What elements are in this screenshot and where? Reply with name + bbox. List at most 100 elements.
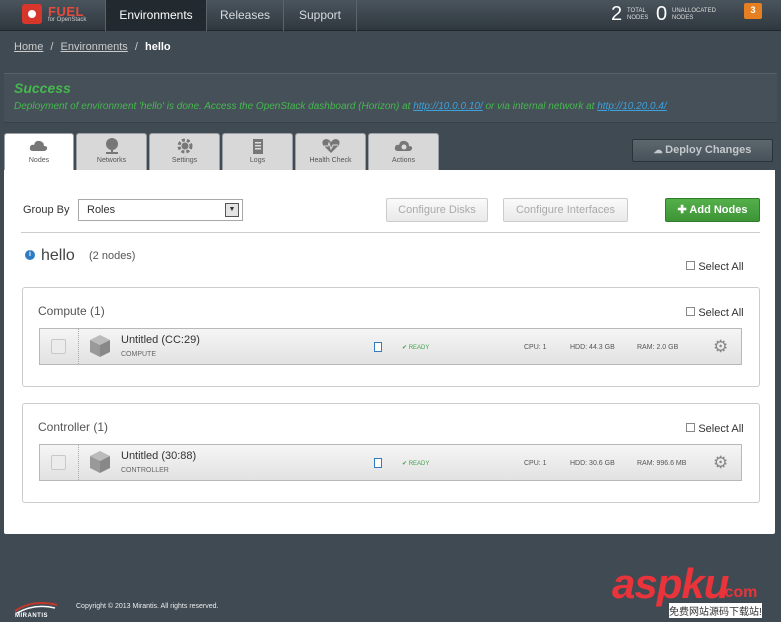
node-status: ✔ READY [402,344,429,351]
select-all-checkbox[interactable] [686,261,695,270]
nav-releases[interactable]: Releases [206,0,283,31]
success-text-1: Deployment of environment 'hello' is don… [14,101,414,112]
node-cpu: CPU: 1 [524,460,547,467]
tab-label: Health Check [309,157,352,164]
check-icon: ✔ [402,461,409,467]
select-all-checkbox[interactable] [686,423,695,432]
success-message: Deployment of environment 'hello' is don… [14,101,667,112]
info-icon: i [25,250,35,260]
node-settings-gear-icon[interactable]: ⚙ [713,454,728,471]
add-nodes-label: Add Nodes [689,204,748,216]
node-settings-gear-icon[interactable]: ⚙ [713,338,728,355]
status-label: READY [408,461,430,467]
total-nodes-count: 2 [611,3,623,25]
tab-settings[interactable]: Settings [149,133,220,170]
success-title: Success [14,80,71,96]
top-navbar: FUEL for OpenStack Environments Releases… [0,0,781,31]
total-label-line1: TOTAL [627,8,646,14]
tab-label: Settings [171,157,198,164]
breadcrumb-environments[interactable]: Environments [61,41,128,53]
gear-icon [177,138,192,154]
copyright-text: Copyright © 2013 Mirantis. All rights re… [76,603,219,610]
select-all-label: Select All [698,307,744,319]
node-ram: RAM: 2.0 GB [637,344,679,351]
node-hdd: HDD: 44.3 GB [570,344,615,351]
environment-name: hello [41,247,75,264]
fuel-logo-icon [22,4,42,24]
node-checkbox[interactable] [51,339,66,354]
tab-actions[interactable]: Actions [368,133,439,170]
internal-network-link[interactable]: http://10.20.0.4/ [597,101,667,112]
nav-environments[interactable]: Environments [105,0,206,31]
node-cpu: CPU: 1 [524,344,547,351]
nodes-panel: Group By Roles ▼ Configure Disks Configu… [4,170,775,534]
node-ram: RAM: 996.6 MB [637,460,687,467]
node-checkbox[interactable] [51,455,66,470]
success-text-2: or via internal network at [482,101,598,112]
horizon-link[interactable]: http://10.0.0.10/ [413,101,483,112]
unallocated-nodes-label: UNALLOCATED NODES [672,8,716,22]
server-cube-icon [90,335,110,357]
notifications-badge[interactable]: 3 [744,3,762,19]
unallocated-nodes-count: 0 [656,3,668,25]
select-all-label: Select All [698,423,744,435]
check-icon: ✔ [402,345,409,351]
add-nodes-button[interactable]: ✚ Add Nodes [665,198,760,222]
deploy-changes-button[interactable]: ☁ Deploy Changes [632,139,773,162]
group-by-value: Roles [87,204,116,216]
server-cube-icon [90,451,110,473]
logo-subtitle: for OpenStack [48,17,87,23]
select-all-label: Select All [698,261,744,273]
plus-icon: ✚ [677,204,690,216]
select-all-controller[interactable]: Select All [686,421,744,435]
breadcrumb-separator: / [50,41,54,53]
tab-label: Actions [392,157,415,164]
unalloc-label-line1: UNALLOCATED [672,8,716,14]
watermark: aspku .com 免费网站源码下载站! [612,562,777,622]
tab-label: Networks [96,157,127,164]
breadcrumb-home[interactable]: Home [14,41,43,53]
network-icon [105,138,118,154]
total-nodes-label: TOTAL NODES [627,8,648,22]
tab-nodes[interactable]: Nodes [4,133,74,171]
tab-label: Nodes [28,157,50,164]
breadcrumb: Home / Environments / hello [14,41,171,53]
node-group-controller: Controller (1) Select All Untitled (30:8… [22,403,760,503]
select-all-checkbox[interactable] [686,307,695,316]
unalloc-label-line2: NODES [672,15,694,21]
node-row[interactable]: Untitled (CC:29) COMPUTE ✔ READY CPU: 1 … [39,328,742,365]
cloud-icon [29,140,48,151]
heartbeat-icon [321,139,340,153]
watermark-com: .com [720,584,758,601]
group-by-select[interactable]: Roles ▼ [78,199,243,221]
select-all-environment[interactable]: Select All [686,259,744,273]
breadcrumb-current: hello [144,41,171,53]
configure-interfaces-button[interactable]: Configure Interfaces [503,198,628,222]
nav-support[interactable]: Support [283,0,357,31]
success-alert: Success Deployment of environment 'hello… [4,73,777,123]
node-row[interactable]: Untitled (30:88) CONTROLLER ✔ READY CPU:… [39,444,742,481]
clipboard-icon [252,139,263,154]
footer-brand: MIRANTIS [15,613,48,619]
deploy-label: Deploy Changes [665,144,752,156]
configure-disks-button[interactable]: Configure Disks [386,198,488,222]
watermark-asp: aspku [612,560,729,607]
tab-health-check[interactable]: Health Check [295,133,366,170]
node-hdd: HDD: 30.6 GB [570,460,615,467]
fuel-logo[interactable]: FUEL for OpenStack [22,4,92,28]
cloud-upload-icon: ☁ [653,145,666,155]
node-role: CONTROLLER [121,467,169,474]
chevron-down-icon: ▼ [225,203,239,217]
document-icon[interactable] [374,342,382,352]
status-label: READY [408,345,430,351]
node-name[interactable]: Untitled (CC:29) [121,334,200,346]
node-role: COMPUTE [121,351,156,358]
tab-logs[interactable]: Logs [222,133,293,170]
node-name[interactable]: Untitled (30:88) [121,450,196,462]
separator [78,445,79,480]
tab-networks[interactable]: Networks [76,133,147,170]
group-by-label: Group By [23,204,70,216]
document-icon[interactable] [374,458,382,468]
select-all-compute[interactable]: Select All [686,305,744,319]
node-status: ✔ READY [402,460,429,467]
